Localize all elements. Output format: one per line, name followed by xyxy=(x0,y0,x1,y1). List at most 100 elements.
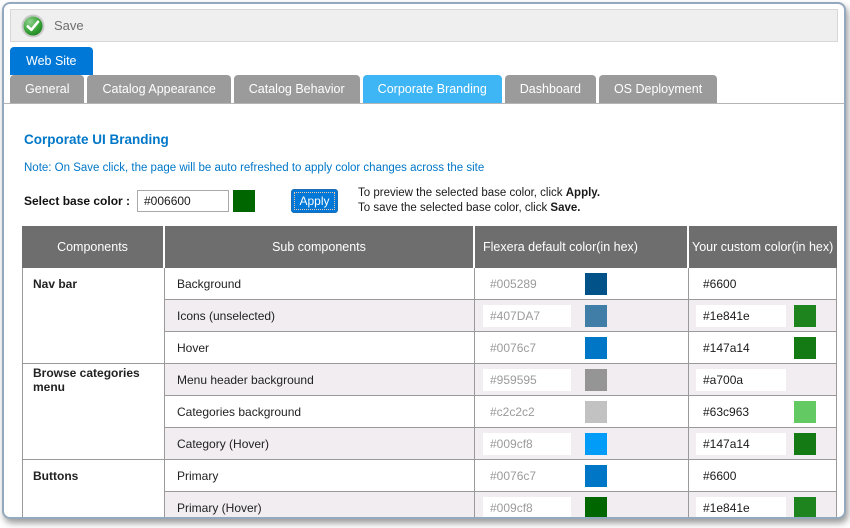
table-row: Category (Hover) xyxy=(22,428,837,460)
table-row: Buttons Primary xyxy=(22,460,837,492)
tab-corporate-branding[interactable]: Corporate Branding xyxy=(363,75,502,103)
base-color-swatch xyxy=(233,190,255,212)
custom-color-cell xyxy=(689,428,837,460)
custom-color-cell xyxy=(689,492,837,519)
table-row: Browse categories menu Menu header backg… xyxy=(22,364,837,396)
custom-color-swatch xyxy=(794,497,816,519)
component-cell xyxy=(22,428,165,460)
tab-web-site[interactable]: Web Site xyxy=(10,47,93,75)
table-row: Hover xyxy=(22,332,837,364)
subcomponent-cell: Primary xyxy=(165,460,475,492)
custom-color-swatch xyxy=(794,337,816,359)
save-button[interactable]: Save xyxy=(21,14,84,38)
table-row: Categories background xyxy=(22,396,837,428)
default-color-cell xyxy=(475,332,689,364)
save-check-icon xyxy=(21,14,45,38)
subcomponent-cell: Categories background xyxy=(165,396,475,428)
custom-color-swatch xyxy=(794,433,816,455)
table-body: Nav bar Background Icons (unselected) Ho… xyxy=(22,268,837,519)
branding-color-table: Components Sub components Flexera defaul… xyxy=(22,226,837,519)
help-line-1: To preview the selected base color, clic… xyxy=(358,187,566,199)
default-color-cell xyxy=(475,492,689,519)
toolbar: Save xyxy=(10,9,838,42)
subcomponent-cell: Hover xyxy=(165,332,475,364)
tab-strip: GeneralCatalog AppearanceCatalog Behavio… xyxy=(4,75,844,104)
tab-os-deployment[interactable]: OS Deployment xyxy=(599,75,717,103)
default-hex-input xyxy=(483,497,571,519)
subcomponent-cell: Primary (Hover) xyxy=(165,492,475,519)
base-color-input[interactable] xyxy=(137,190,229,212)
table-header-row: Components Sub components Flexera defaul… xyxy=(22,226,837,268)
tab-catalog-behavior[interactable]: Catalog Behavior xyxy=(234,75,360,103)
default-color-swatch xyxy=(585,273,607,295)
custom-hex-input[interactable] xyxy=(696,369,786,391)
default-color-swatch xyxy=(585,497,607,519)
custom-hex-input[interactable] xyxy=(696,497,786,519)
apply-save-help-text: To preview the selected base color, clic… xyxy=(358,186,600,216)
custom-color-cell xyxy=(689,460,837,492)
subcomponent-cell: Background xyxy=(165,268,475,300)
default-hex-input xyxy=(483,401,571,423)
app-window: Save Web Site GeneralCatalog AppearanceC… xyxy=(2,2,846,519)
help-line-1-bold: Apply. xyxy=(566,187,600,199)
table-row: Nav bar Background xyxy=(22,268,837,300)
default-hex-input xyxy=(483,305,571,327)
custom-hex-input[interactable] xyxy=(696,433,786,455)
component-cell: Nav bar xyxy=(22,268,165,300)
header-custom-color: Your custom color(in hex) xyxy=(689,226,837,268)
apply-button[interactable]: Apply xyxy=(291,189,338,213)
subcomponent-cell: Category (Hover) xyxy=(165,428,475,460)
tab-content: Corporate UI Branding Note: On Save clic… xyxy=(4,104,844,517)
default-color-swatch xyxy=(585,465,607,487)
header-default-color: Flexera default color(in hex) xyxy=(475,226,689,268)
default-color-swatch xyxy=(585,401,607,423)
default-hex-input xyxy=(483,337,571,359)
subcomponent-cell: Menu header background xyxy=(165,364,475,396)
note-text: Note: On Save click, the page will be au… xyxy=(24,162,484,174)
default-color-cell xyxy=(475,428,689,460)
component-cell xyxy=(22,396,165,428)
header-sub-components: Sub components xyxy=(165,226,475,268)
subcomponent-cell: Icons (unselected) xyxy=(165,300,475,332)
default-color-cell xyxy=(475,268,689,300)
default-hex-input xyxy=(483,433,571,455)
custom-color-swatch xyxy=(794,305,816,327)
tab-general[interactable]: General xyxy=(10,75,84,103)
table-row: Primary (Hover) xyxy=(22,492,837,519)
default-color-cell xyxy=(475,396,689,428)
default-color-cell xyxy=(475,300,689,332)
custom-hex-input[interactable] xyxy=(696,305,786,327)
header-components: Components xyxy=(22,226,165,268)
base-color-row: Select base color : Apply To preview the… xyxy=(24,187,600,215)
custom-hex-input[interactable] xyxy=(696,465,786,487)
component-cell xyxy=(22,492,165,519)
custom-hex-input[interactable] xyxy=(696,273,786,295)
default-color-swatch xyxy=(585,305,607,327)
custom-color-swatch xyxy=(794,401,816,423)
page-title: Corporate UI Branding xyxy=(24,132,169,147)
default-hex-input xyxy=(483,369,571,391)
custom-color-cell xyxy=(689,332,837,364)
custom-hex-input[interactable] xyxy=(696,401,786,423)
custom-color-cell xyxy=(689,364,837,396)
component-cell: Browse categories menu xyxy=(22,364,165,396)
component-cell xyxy=(22,332,165,364)
tab-dashboard[interactable]: Dashboard xyxy=(505,75,596,103)
custom-color-cell xyxy=(689,396,837,428)
default-color-cell xyxy=(475,364,689,396)
help-line-2: To save the selected base color, click xyxy=(358,202,550,214)
component-cell xyxy=(22,300,165,332)
default-color-swatch xyxy=(585,369,607,391)
custom-hex-input[interactable] xyxy=(696,337,786,359)
base-color-label: Select base color : xyxy=(24,194,137,208)
tab-catalog-appearance[interactable]: Catalog Appearance xyxy=(87,75,230,103)
help-line-2-bold: Save. xyxy=(550,202,580,214)
default-color-cell xyxy=(475,460,689,492)
default-color-swatch xyxy=(585,433,607,455)
default-hex-input xyxy=(483,465,571,487)
default-hex-input xyxy=(483,273,571,295)
custom-color-cell xyxy=(689,300,837,332)
custom-color-cell xyxy=(689,268,837,300)
component-cell: Buttons xyxy=(22,460,165,492)
table-row: Icons (unselected) xyxy=(22,300,837,332)
